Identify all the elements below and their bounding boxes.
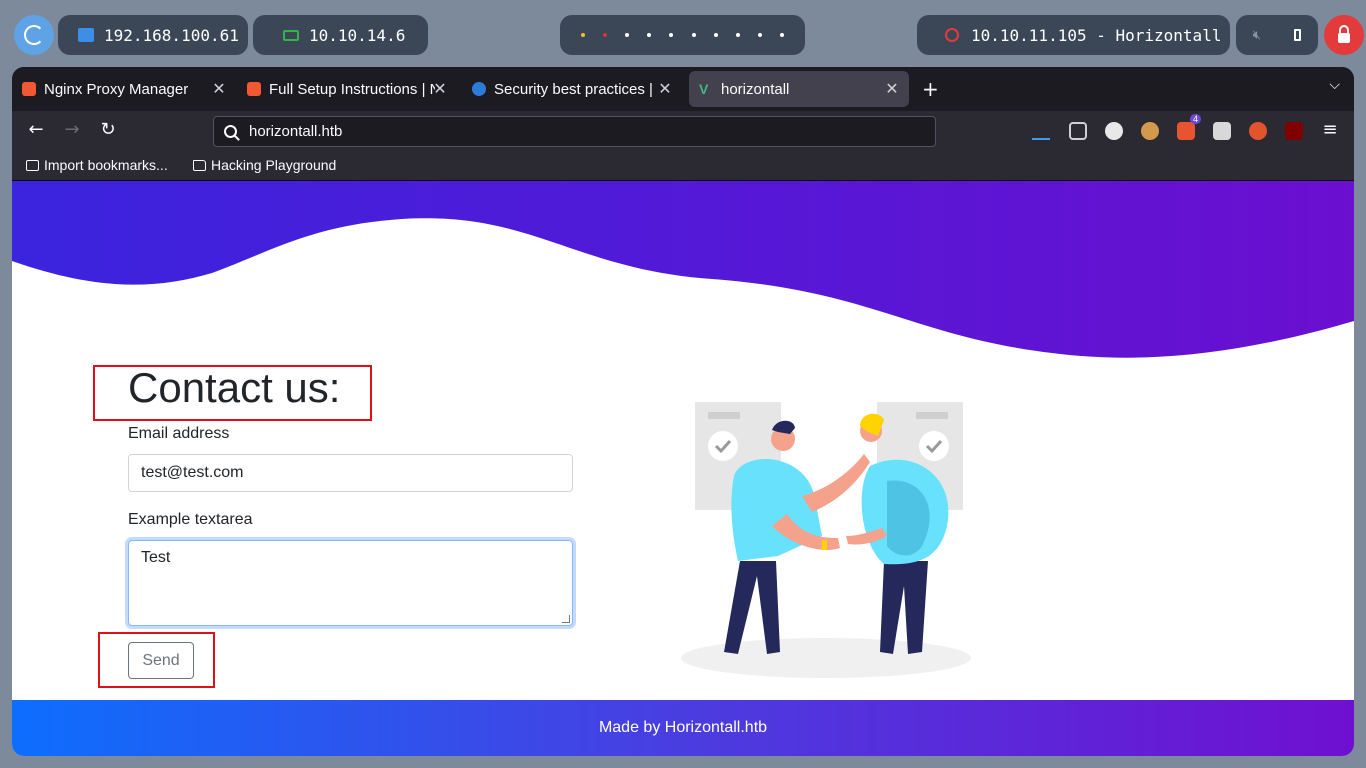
nav-bar: ← → ↻ horizontall.htb 4 ≡	[12, 111, 1354, 151]
new-tab-plus-icon[interactable]: +	[922, 77, 939, 101]
search-icon	[224, 125, 237, 138]
spy-glasses-icon[interactable]	[1105, 122, 1123, 140]
close-icon[interactable]: ✕	[431, 79, 449, 99]
workspace-dot-6[interactable]	[691, 33, 696, 37]
email-field[interactable]: test@test.com	[128, 454, 573, 492]
textarea-value: Test	[141, 549, 171, 566]
tab-full-setup-instructions[interactable]: Full Setup Instructions | N ✕	[247, 71, 457, 107]
tab-title: horizontall	[721, 80, 790, 98]
network-icon	[78, 28, 94, 42]
debian-swirl-icon	[24, 25, 44, 45]
system-tray[interactable]: 🔇︎	[1236, 15, 1318, 55]
email-value: test@test.com	[141, 464, 244, 481]
workspace-dot-1[interactable]	[581, 33, 586, 37]
close-icon[interactable]: ✕	[656, 79, 674, 99]
page-title: Contact us:	[128, 364, 341, 411]
lock-screen-button[interactable]	[1324, 15, 1364, 55]
crosshair-icon	[945, 28, 959, 42]
bookmark-import[interactable]: Import bookmarks...	[26, 157, 168, 173]
local-ip-widget[interactable]: 192.168.100.61	[58, 15, 248, 55]
back-arrow-icon[interactable]: ←	[24, 119, 48, 140]
workspace-dot-9[interactable]	[757, 33, 762, 37]
globe-favicon-icon	[472, 82, 486, 96]
tab-title: Full Setup Instructions | N	[269, 80, 435, 98]
target-widget[interactable]: 10.10.11.105 - Horizontall	[917, 15, 1230, 55]
vpn-ip-text: 10.10.14.6	[309, 25, 406, 45]
reload-icon[interactable]: ↻	[96, 119, 120, 140]
extensions-puzzle-icon[interactable]	[1069, 122, 1087, 140]
folder-icon	[193, 159, 206, 171]
workspace-dot-8[interactable]	[735, 33, 740, 37]
local-ip-text: 192.168.100.61	[104, 25, 239, 45]
tab-title: Nginx Proxy Manager	[44, 80, 189, 98]
lock-icon	[1338, 25, 1350, 43]
forward-arrow-icon[interactable]: →	[60, 119, 84, 140]
cookie-icon[interactable]	[1141, 122, 1159, 140]
workspace-dot-2[interactable]	[603, 33, 608, 37]
url-bar[interactable]: horizontall.htb	[213, 116, 936, 147]
battery-icon[interactable]	[1294, 29, 1302, 41]
downloads-icon[interactable]	[1032, 122, 1050, 140]
email-label: Email address	[128, 425, 230, 442]
import-icon	[26, 159, 39, 171]
close-icon[interactable]: ✕	[210, 79, 228, 99]
workspace-dot-10[interactable]	[779, 33, 784, 37]
tab-title: Security best practices | N	[494, 80, 658, 98]
workspace-dot-7[interactable]	[713, 33, 718, 37]
handshake-illustration	[681, 402, 971, 678]
bookmarks-toolbar: Import bookmarks... Hacking Playground	[12, 151, 1354, 181]
message-textarea[interactable]: Test	[128, 540, 573, 626]
workspace-dot-4[interactable]	[647, 33, 652, 37]
url-text: horizontall.htb	[249, 123, 343, 140]
bookmark-label: Import bookmarks...	[44, 157, 168, 173]
bookmark-label: Hacking Playground	[211, 157, 337, 173]
extension-badge: 4	[1189, 114, 1201, 124]
mute-icon[interactable]: 🔇︎	[1253, 28, 1261, 43]
workspace-dot-3[interactable]	[625, 33, 630, 37]
vpn-ip-widget[interactable]: 10.10.14.6	[253, 15, 428, 55]
foxyproxy-icon[interactable]: 4	[1177, 114, 1201, 140]
nginx-favicon-icon	[247, 82, 261, 96]
workspace-dot-5[interactable]	[669, 33, 674, 37]
close-icon[interactable]: ✕	[883, 79, 901, 99]
vue-favicon-icon: V	[699, 81, 709, 97]
tab-bar: Nginx Proxy Manager ✕ Full Setup Instruc…	[12, 67, 1354, 111]
send-button[interactable]: Send	[128, 642, 194, 679]
footer-text: Made by Horizontall.htb	[598, 719, 768, 736]
resize-handle-icon[interactable]	[562, 615, 570, 623]
tab-horizontall[interactable]: V horizontall ✕	[689, 71, 909, 107]
wappalyzer-icon[interactable]	[1213, 122, 1231, 140]
nginx-favicon-icon	[22, 82, 36, 96]
tab-security-best-practices[interactable]: Security best practices | N ✕	[472, 71, 682, 107]
hackbar-icon[interactable]	[1249, 122, 1267, 140]
textarea-label: Example textarea	[128, 511, 253, 528]
bookmark-hacking-playground[interactable]: Hacking Playground	[193, 157, 336, 173]
menu-hamburger-icon[interactable]: ≡	[1318, 119, 1342, 140]
header-wave-graphic	[12, 181, 1354, 358]
ublock-origin-icon[interactable]	[1285, 122, 1303, 140]
target-text: 10.10.11.105 - Horizontall	[971, 25, 1222, 45]
footer: Made by Horizontall.htb	[12, 700, 1354, 756]
tab-list-chevron-down-icon[interactable]: ⌵	[1329, 77, 1340, 93]
distro-menu-button[interactable]	[14, 15, 54, 55]
workspace-switcher[interactable]	[560, 15, 805, 55]
laptop-icon	[283, 29, 299, 41]
tab-nginx-proxy-manager[interactable]: Nginx Proxy Manager ✕	[22, 71, 236, 107]
browser-window: Nginx Proxy Manager ✕ Full Setup Instruc…	[12, 67, 1354, 756]
web-page: Contact us: Email address test@test.com …	[12, 181, 1354, 756]
